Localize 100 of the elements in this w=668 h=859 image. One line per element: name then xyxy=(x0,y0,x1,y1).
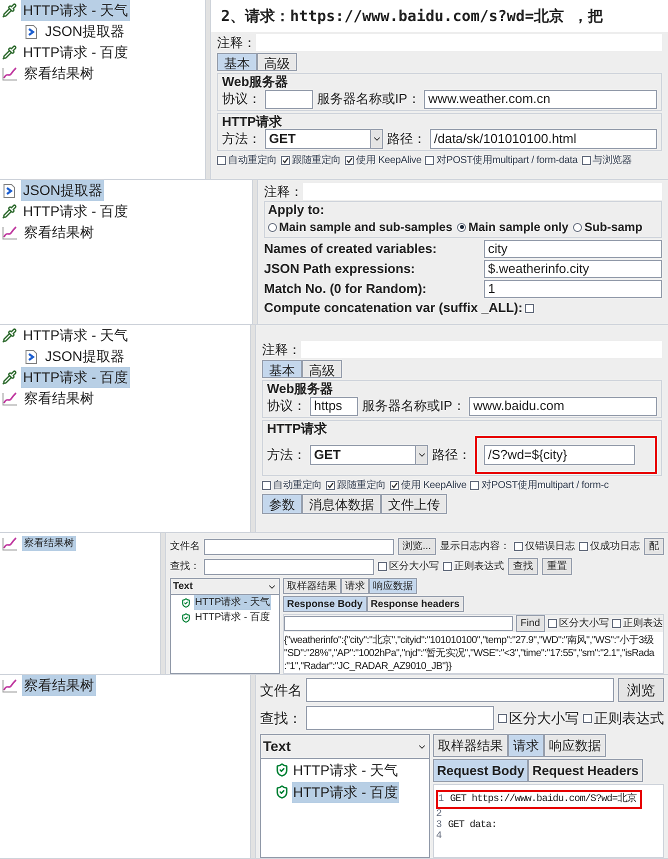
checkbox[interactable] xyxy=(378,562,387,571)
field-label: 服务器名称或IP： xyxy=(362,397,466,416)
tree-item[interactable]: HTTP请求 - 天气 xyxy=(21,325,130,346)
search-button[interactable]: 重置 xyxy=(542,558,572,575)
tab[interactable]: 响应数据 xyxy=(369,578,417,594)
code-line: GET https://www.baidu.com/S?wd=北京 xyxy=(450,794,636,805)
checkbox[interactable] xyxy=(583,714,592,722)
tree-item[interactable]: HTTP请求 - 百度 xyxy=(21,367,130,388)
code-line: GET data: xyxy=(448,820,497,831)
tab[interactable]: 高级 xyxy=(257,53,297,71)
checkbox[interactable] xyxy=(514,542,523,551)
checkbox[interactable] xyxy=(579,542,588,551)
radio-button[interactable] xyxy=(268,222,277,232)
tab[interactable]: 取样器结果 xyxy=(283,578,341,594)
field-label: Names of created variables: xyxy=(264,240,438,258)
tree-item[interactable]: JSON提取器 xyxy=(43,21,126,42)
tab[interactable]: 文件上传 xyxy=(381,494,447,514)
result-item[interactable]: HTTP请求 - 百度 xyxy=(292,782,399,802)
tree-item[interactable]: HTTP请求 - 天气 xyxy=(21,0,130,21)
path-field[interactable]: /S?wd=${city} xyxy=(484,445,635,465)
tree-item[interactable]: 察看结果树 xyxy=(22,536,76,551)
response-text: :"1","Radar":"JC_RADAR_AZ9010_JB"}} xyxy=(284,660,453,673)
checkbox-label: 使用 KeepAlive xyxy=(356,154,422,168)
text-field[interactable]: city xyxy=(484,240,662,258)
checkbox-label: 与浏览器 xyxy=(592,154,632,168)
field-label: 显示日志内容： xyxy=(440,540,510,554)
method-dropdown[interactable]: GET xyxy=(265,129,383,149)
checkbox[interactable] xyxy=(524,304,534,312)
comment-field[interactable] xyxy=(303,183,662,200)
field-label: 服务器名称或IP： xyxy=(317,90,420,108)
checkbox[interactable] xyxy=(443,562,452,571)
radio-button[interactable] xyxy=(573,222,582,232)
tab[interactable]: 高级 xyxy=(302,360,342,378)
text-field[interactable]: 1 xyxy=(484,280,662,298)
browse-button[interactable]: 浏览... xyxy=(398,538,436,555)
radio-label: Main sample only xyxy=(468,219,568,236)
result-item[interactable]: HTTP请求 - 百度 xyxy=(194,610,271,625)
tree-item[interactable]: 察看结果树 xyxy=(22,388,96,409)
chart-icon xyxy=(2,392,18,406)
shield-check-icon xyxy=(275,785,289,799)
tree-item[interactable]: HTTP请求 - 百度 xyxy=(21,42,130,63)
tab[interactable]: 参数 xyxy=(262,494,302,514)
tab[interactable]: 基本 xyxy=(217,53,257,71)
search-field[interactable] xyxy=(306,706,494,730)
search-field[interactable] xyxy=(204,558,374,574)
find-field[interactable] xyxy=(284,616,513,631)
search-button[interactable]: 查找 xyxy=(508,558,538,575)
browse-button[interactable]: 浏览 xyxy=(618,678,664,702)
pipette-icon xyxy=(2,328,17,343)
checkbox[interactable] xyxy=(390,480,400,490)
tab[interactable]: 请求 xyxy=(508,734,544,757)
tree-item[interactable]: JSON提取器 xyxy=(21,180,104,201)
tree-item[interactable]: 察看结果树 xyxy=(22,63,96,84)
checkbox[interactable] xyxy=(345,156,354,164)
tab[interactable]: Response headers xyxy=(366,596,464,612)
checkbox-label: 正则表达式 xyxy=(594,708,664,728)
result-item[interactable]: HTTP请求 - 天气 xyxy=(292,760,399,780)
list-header[interactable]: Text xyxy=(171,579,279,595)
checkbox[interactable] xyxy=(281,156,290,164)
checkbox[interactable] xyxy=(498,714,507,722)
checkbox[interactable] xyxy=(425,156,434,164)
checkbox[interactable] xyxy=(582,156,591,164)
tab[interactable]: Request Headers xyxy=(528,759,643,782)
tab[interactable]: 响应数据 xyxy=(544,734,606,757)
tree-item[interactable]: 察看结果树 xyxy=(22,222,96,243)
tab[interactable]: Request Body xyxy=(433,759,528,782)
tab[interactable]: 消息体数据 xyxy=(302,494,381,514)
config-button[interactable]: 配 xyxy=(644,538,664,555)
server-field[interactable]: www.baidu.com xyxy=(469,396,657,416)
protocol-field[interactable]: https xyxy=(310,396,358,416)
tab[interactable]: 取样器结果 xyxy=(433,734,508,757)
file-field[interactable] xyxy=(306,678,614,702)
server-field[interactable]: www.weather.com.cn xyxy=(424,90,657,108)
shield-check-icon xyxy=(181,612,191,622)
tab[interactable]: Response Body xyxy=(283,596,367,612)
tree-item[interactable]: HTTP请求 - 百度 xyxy=(21,201,130,222)
tab[interactable]: 基本 xyxy=(262,360,302,378)
tab[interactable]: 请求 xyxy=(341,578,369,594)
group-title: Apply to: xyxy=(268,202,326,217)
checkbox[interactable] xyxy=(470,480,480,490)
path-field[interactable]: /data/sk/101010100.html xyxy=(430,129,657,149)
list-header[interactable]: Text xyxy=(261,735,429,759)
text-field[interactable]: $.weatherinfo.city xyxy=(484,260,662,278)
protocol-field[interactable] xyxy=(265,90,313,108)
result-item[interactable]: HTTP请求 - 天气 xyxy=(194,595,271,610)
checkbox[interactable] xyxy=(612,619,621,628)
tree-item[interactable]: 察看结果树 xyxy=(22,675,96,696)
checkbox[interactable] xyxy=(548,619,557,628)
checkbox-label: 仅成功日志 xyxy=(590,540,640,554)
tree-item[interactable]: JSON提取器 xyxy=(43,346,126,367)
radio-button[interactable] xyxy=(457,222,466,232)
checkbox-label: 正则表达 xyxy=(623,616,663,631)
checkbox[interactable] xyxy=(262,480,271,490)
find-button[interactable]: Find xyxy=(516,615,545,632)
field-label: 方法： xyxy=(267,446,306,464)
checkbox[interactable] xyxy=(217,156,226,164)
checkbox[interactable] xyxy=(326,480,336,490)
method-dropdown[interactable]: GET xyxy=(310,445,428,465)
heading: 2、请求：https://www.baidu.com/s?wd=北京 ，把 xyxy=(211,0,668,32)
file-field[interactable] xyxy=(204,538,394,554)
